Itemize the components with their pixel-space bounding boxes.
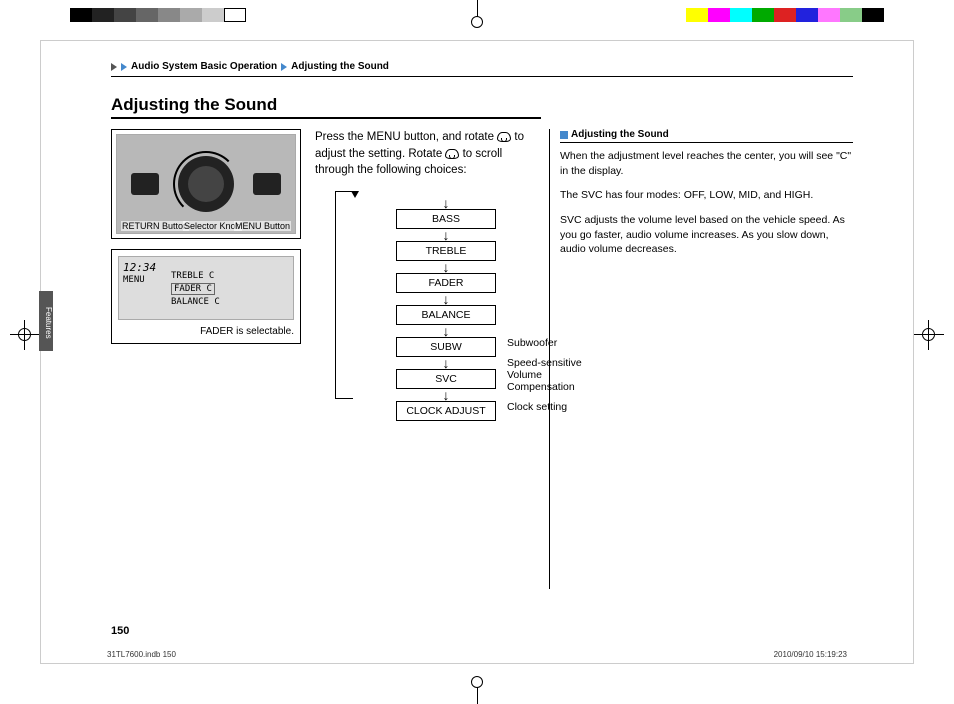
callout-selector: Selector Knob (183, 221, 242, 231)
breadcrumb-b: Adjusting the Sound (291, 61, 389, 72)
knob-icon (497, 132, 511, 142)
lcd-line1: TREBLE C (171, 271, 214, 281)
lcd-menu-label: MENU (123, 275, 145, 285)
menu-button-graphic (253, 173, 281, 195)
sidebar-heading: Adjusting the Sound (560, 129, 853, 143)
footer-file: 31TL7600.indb 150 (107, 650, 176, 659)
sidebar-p1: When the adjustment level reaches the ce… (560, 149, 853, 178)
control-photo: SEL PUSH ENTER RETURN Button Selector Kn… (116, 134, 296, 234)
callout-return: RETURN Button (121, 221, 189, 231)
flow-option: BASS (396, 209, 496, 229)
callout-menu: MENU Button (234, 221, 291, 231)
flow-option: CLOCK ADJUST (396, 401, 496, 421)
lcd-time: 12:34 (123, 261, 156, 274)
breadcrumb: Audio System Basic Operation Adjusting t… (111, 61, 853, 77)
selector-knob-graphic: SEL PUSH ENTER (178, 156, 234, 212)
sidebar-heading-text: Adjusting the Sound (571, 129, 669, 140)
flow-option: BALANCE (396, 305, 496, 325)
sidebar-p3: SVC adjusts the volume level based on th… (560, 213, 853, 257)
lcd-line3: BALANCE C (171, 297, 220, 307)
crop-circle-icon (471, 676, 483, 688)
flow-note: Speed-sensitive Volume Compensation (507, 357, 597, 393)
lcd-caption: FADER is selectable. (118, 326, 294, 337)
lcd-line2: FADER C (171, 283, 215, 295)
control-photo-box: SEL PUSH ENTER RETURN Button Selector Kn… (111, 129, 301, 239)
sidebar-p2: The SVC has four modes: OFF, LOW, MID, a… (560, 188, 853, 203)
registration-cross-icon (10, 320, 40, 350)
menu-flow: ↓BASS ↓TREBLE ↓FADER ↓BALANCE ↓SUBWSubwo… (315, 197, 535, 421)
registration-cross-icon (914, 320, 944, 350)
instructions: Press the MENU button, and rotate to adj… (315, 129, 535, 179)
footer-timestamp: 2010/09/10 15:19:23 (774, 650, 847, 659)
side-tab: Features (39, 291, 53, 351)
crop-circle-icon (471, 16, 483, 28)
knob-icon (445, 149, 459, 159)
lcd-box: 12:34 MENU TREBLE C FADER C BALANCE C FA… (111, 249, 301, 344)
square-icon (560, 131, 568, 139)
page-number: 150 (111, 625, 129, 637)
page-title: Adjusting the Sound (111, 95, 541, 119)
flow-note: Clock setting (507, 401, 597, 413)
knob-label: SEL PUSH ENTER (192, 172, 220, 196)
breadcrumb-a: Audio System Basic Operation (131, 61, 277, 72)
flow-bracket (335, 191, 353, 399)
lcd-display: 12:34 MENU TREBLE C FADER C BALANCE C (118, 256, 294, 320)
flow-option: SVC (396, 369, 496, 389)
flow-option: FADER (396, 273, 496, 293)
triangle-icon (121, 63, 127, 71)
flow-note: Subwoofer (507, 337, 597, 349)
flow-option: TREBLE (396, 241, 496, 261)
triangle-icon (281, 63, 287, 71)
triangle-icon (111, 63, 117, 71)
return-button-graphic (131, 173, 159, 195)
flow-option: SUBW (396, 337, 496, 357)
